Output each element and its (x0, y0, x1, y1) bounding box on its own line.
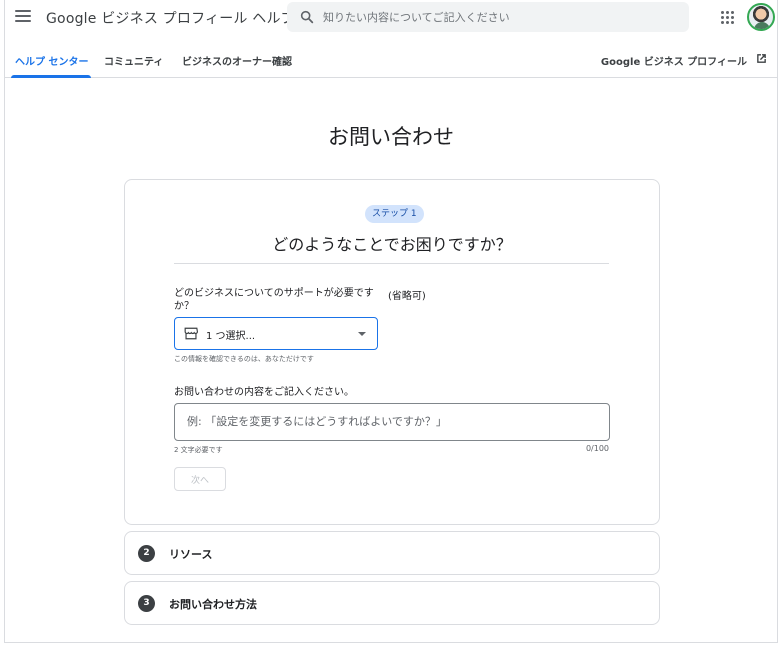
page-frame: Google ビジネス プロフィール ヘルプ ヘルプ センター コミュニティ ビ… (4, 0, 778, 643)
account-avatar[interactable] (747, 3, 775, 31)
tab-help-center[interactable]: ヘルプ センター (15, 53, 88, 68)
google-apps-icon[interactable] (721, 11, 734, 24)
storefront-icon (184, 327, 198, 340)
divider (174, 263, 609, 264)
search-input[interactable] (323, 6, 673, 28)
business-select[interactable]: 1 つ選択... (174, 317, 378, 350)
privacy-hint: この情報を確認できるのは、あなただけです (174, 355, 314, 363)
step2-card[interactable]: 2 リソース (124, 531, 660, 575)
chevron-down-icon (358, 332, 366, 336)
step1-card: ステップ 1 どのようなことでお困りですか？ どのビジネスについてのサポートが必… (124, 179, 660, 525)
step-number-badge: 3 (138, 595, 155, 612)
nav-tabs: ヘルプ センター コミュニティ ビジネスのオーナー確認 Google ビジネス … (5, 44, 777, 78)
search-icon[interactable] (299, 9, 315, 25)
step-number-badge: 2 (138, 545, 155, 562)
min-chars-hint: 2 文字必要です (174, 446, 223, 454)
business-field-label: どのビジネスについてのサポートが必要ですか？ (174, 288, 374, 312)
char-counter: 0/100 (585, 444, 609, 453)
tab-business-verification[interactable]: ビジネスのオーナー確認 (182, 53, 292, 68)
step-title-contact-method: お問い合わせ方法 (169, 598, 257, 611)
step3-card[interactable]: 3 お問い合わせ方法 (124, 581, 660, 625)
description-input[interactable] (174, 403, 610, 441)
active-tab-indicator (11, 75, 91, 78)
next-button[interactable]: 次へ (174, 467, 226, 491)
step-chip: ステップ 1 (365, 205, 424, 223)
step-question: どのようなことでお困りですか？ (272, 235, 512, 254)
page-title: お問い合わせ (328, 125, 454, 149)
select-value: 1 つ選択... (206, 331, 256, 342)
product-link[interactable]: Google ビジネス プロフィール (601, 53, 747, 68)
tab-community[interactable]: コミュニティ (104, 53, 163, 68)
step-title-resources: リソース (169, 548, 213, 561)
app-title[interactable]: Google ビジネス プロフィール ヘルプ (46, 8, 295, 28)
description-field-label: お問い合わせの内容をご記入ください。 (174, 387, 354, 398)
search-bar[interactable] (287, 2, 689, 32)
hamburger-menu-icon[interactable] (15, 10, 31, 24)
optional-label: (省略可) (388, 291, 426, 302)
open-in-new-icon[interactable] (755, 52, 768, 65)
top-bar: Google ビジネス プロフィール ヘルプ (5, 0, 777, 36)
